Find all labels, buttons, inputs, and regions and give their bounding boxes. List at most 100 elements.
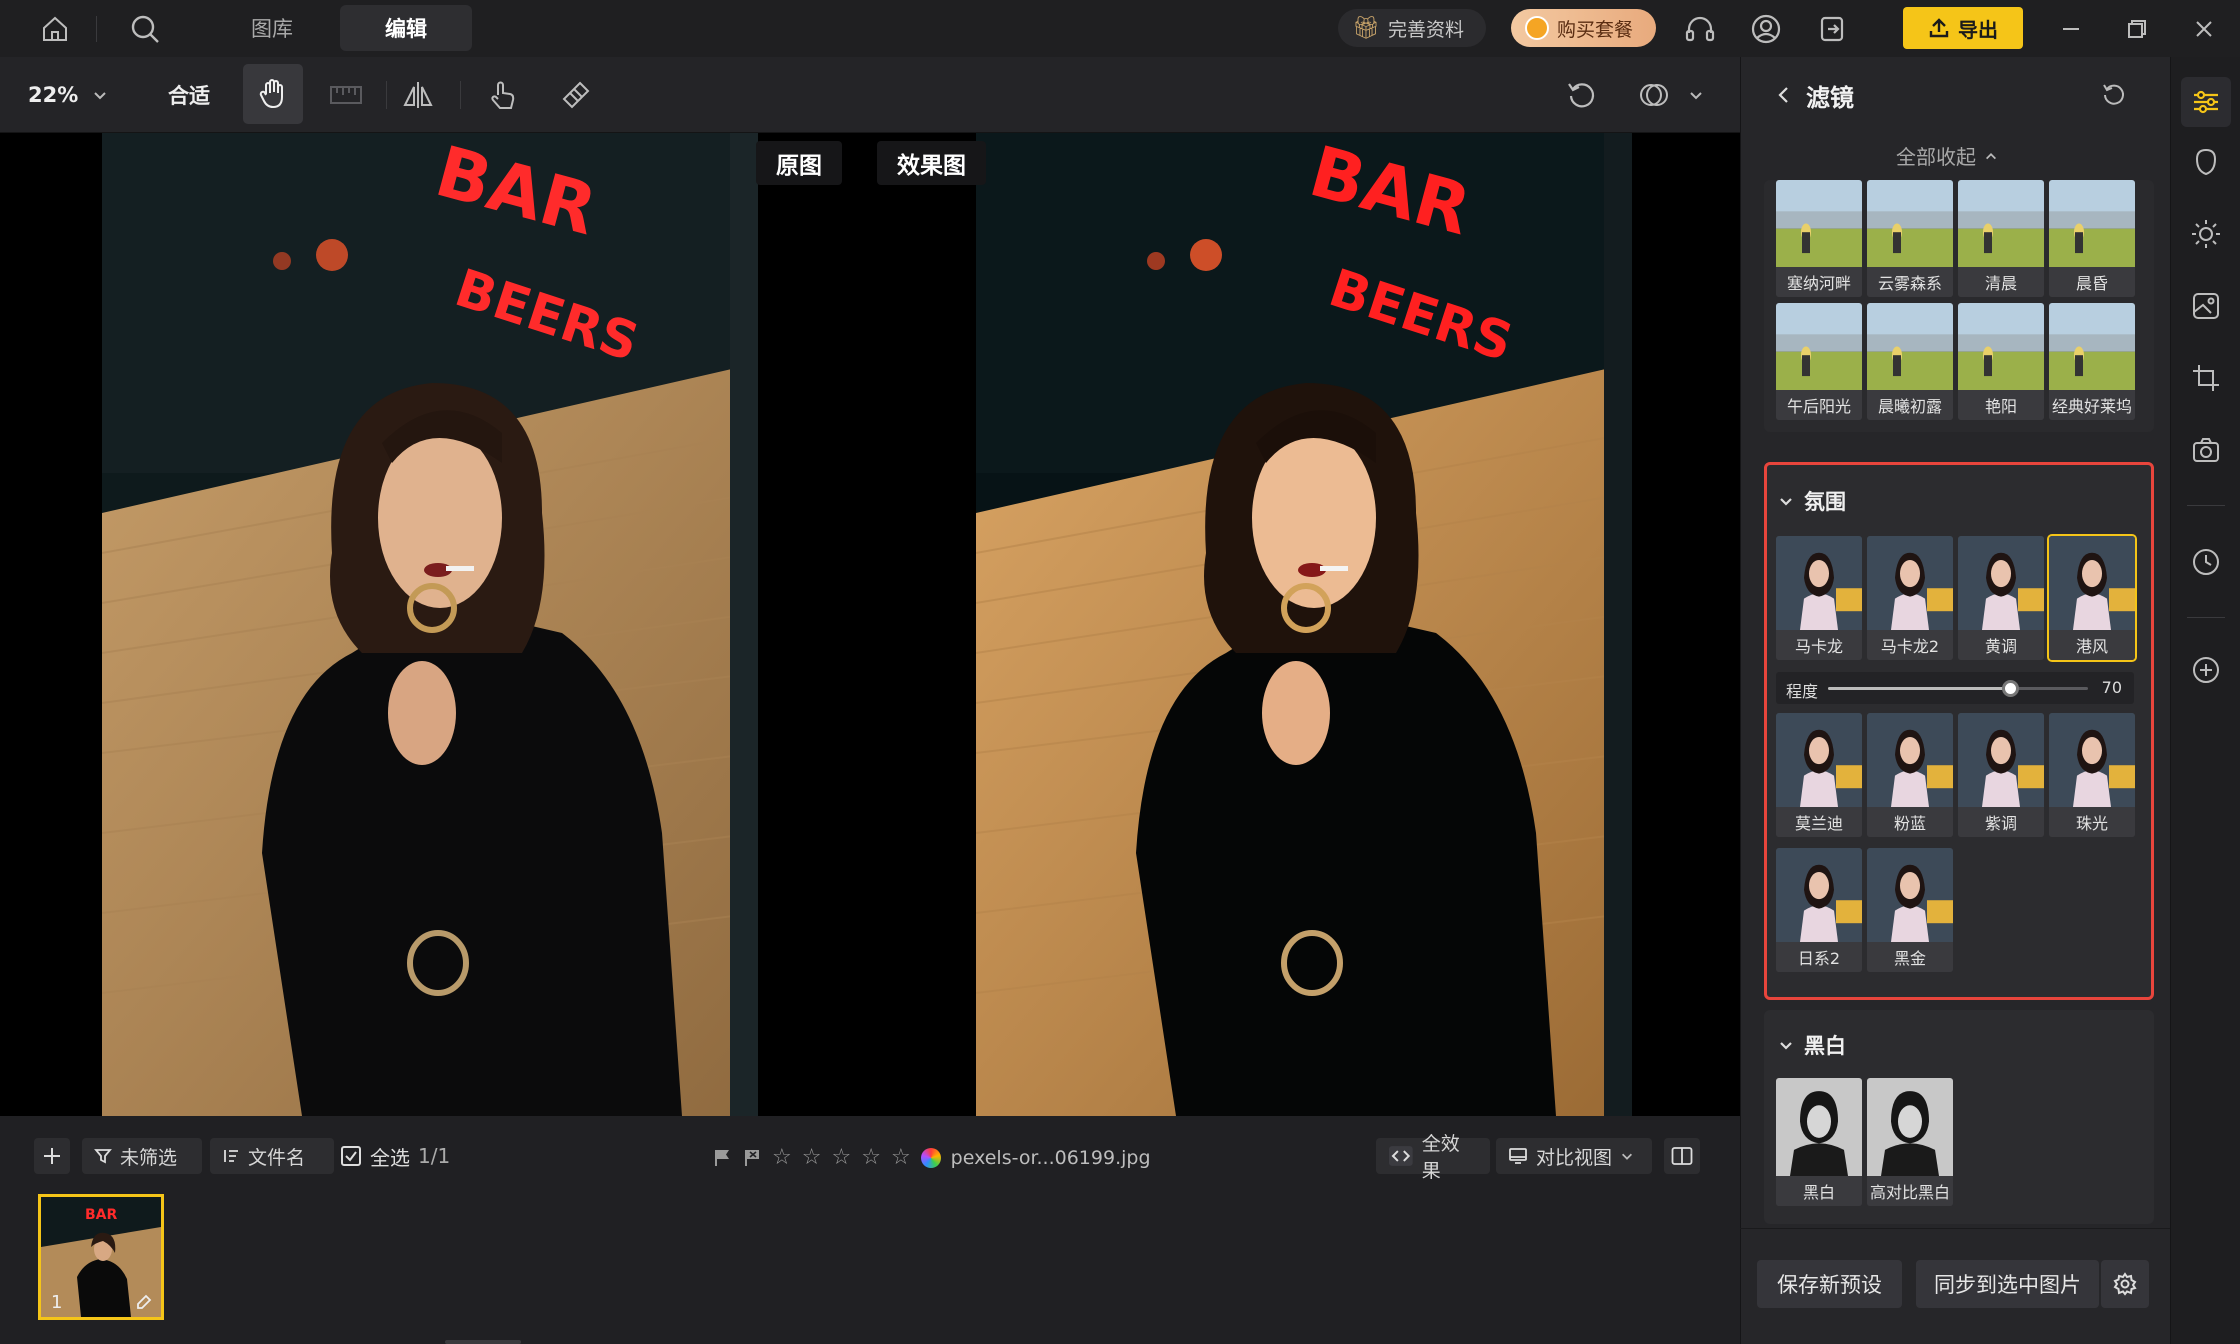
compare-view-label: 对比视图 xyxy=(1536,1146,1613,1169)
filter-preview-image xyxy=(1776,1078,1862,1176)
panel-title: 滤镜 xyxy=(1806,83,1854,112)
filter-thumbnail[interactable]: 紫调 xyxy=(1958,713,2044,837)
intensity-slider-track[interactable] xyxy=(1828,680,2088,697)
filter-thumbnail[interactable]: 黑白 xyxy=(1776,1078,1862,1206)
filter-preview-image xyxy=(1867,303,1953,390)
zoom-select[interactable]: 22% xyxy=(28,77,108,113)
filter-preview-image xyxy=(1776,848,1862,942)
fit-button[interactable]: 合适 xyxy=(168,77,210,113)
filter-label: 日系2 xyxy=(1776,942,1862,972)
filter-thumbnail[interactable]: 日系2 xyxy=(1776,848,1862,972)
flag-reject-icon[interactable] xyxy=(742,1148,762,1168)
monitor-icon xyxy=(1509,1148,1527,1164)
color-label-icon[interactable] xyxy=(920,1147,941,1168)
original-label: 原图 xyxy=(756,141,842,185)
image-edit-icon[interactable] xyxy=(2189,289,2223,323)
filter-thumbnail[interactable]: 港风 xyxy=(2047,534,2137,662)
filter-thumbnail[interactable]: 清晨 xyxy=(1958,180,2044,297)
restore-icon[interactable] xyxy=(2120,12,2154,46)
plus-icon xyxy=(44,1148,60,1164)
compare-circles-icon[interactable] xyxy=(1636,77,1672,113)
chevron-up-icon xyxy=(1986,152,1996,159)
filter-thumbnail[interactable]: 晨曦初露 xyxy=(1867,303,1953,420)
headset-icon[interactable] xyxy=(1683,12,1717,46)
history-icon[interactable] xyxy=(2189,545,2223,579)
flip-icon[interactable] xyxy=(400,77,436,113)
close-icon[interactable] xyxy=(2187,12,2221,46)
add-circle-icon[interactable] xyxy=(2189,653,2223,687)
star-icon[interactable]: ☆ xyxy=(772,1145,792,1170)
buy-package-button[interactable]: 购买套餐 xyxy=(1511,9,1656,47)
compare-view-select[interactable]: 对比视图 xyxy=(1496,1138,1652,1174)
add-button[interactable] xyxy=(34,1138,70,1174)
filter-label: 艳阳 xyxy=(1958,390,2044,420)
filter-thumbnail[interactable]: 珠光 xyxy=(2049,713,2135,837)
intensity-slider-handle[interactable] xyxy=(2002,680,2019,697)
filter-thumbnail[interactable]: 晨昏 xyxy=(2049,180,2135,297)
collapse-all-button[interactable]: 全部收起 xyxy=(1896,141,1998,170)
all-effects-button[interactable]: 全效果 xyxy=(1376,1133,1490,1182)
filter-unfiltered-button[interactable]: 未筛选 xyxy=(82,1138,202,1174)
divider xyxy=(2187,617,2225,618)
filter-thumbnail[interactable]: 马卡龙2 xyxy=(1867,536,1953,660)
panel-reset-icon[interactable] xyxy=(2098,78,2130,110)
filter-thumbnail[interactable]: 塞纳河畔 xyxy=(1776,180,1862,297)
compare-canvas[interactable]: BAR BEERS BAR BEERS 原图 效果图 xyxy=(0,133,1740,1116)
hand-icon xyxy=(259,79,283,109)
star-icon[interactable]: ☆ xyxy=(831,1145,851,1170)
user-icon[interactable] xyxy=(1749,12,1783,46)
filter-thumbnail[interactable]: 云雾森系 xyxy=(1867,180,1953,297)
filter-thumbnail[interactable]: 黑金 xyxy=(1867,848,1953,972)
face-icon[interactable] xyxy=(2189,145,2223,179)
atmosphere-header[interactable]: 氛围 xyxy=(1778,486,1846,516)
filter-thumbnail[interactable]: 高对比黑白 xyxy=(1867,1078,1953,1206)
home-icon[interactable] xyxy=(38,12,72,46)
star-icon[interactable]: ☆ xyxy=(802,1145,822,1170)
chevron-left-icon[interactable] xyxy=(1776,86,1792,104)
filter-preview-image xyxy=(1776,303,1862,390)
filter-thumbnail[interactable]: 莫兰迪 xyxy=(1776,713,1862,837)
filter-thumbnail[interactable]: 粉蓝 xyxy=(1867,713,1953,837)
tab-gallery[interactable]: 图库 xyxy=(222,5,322,51)
sort-filename-button[interactable]: 文件名 xyxy=(210,1138,334,1174)
file-name: pexels-or...06199.jpg xyxy=(950,1146,1151,1169)
sync-to-selected-button[interactable]: 同步到选中图片 xyxy=(1916,1260,2099,1308)
search-icon[interactable] xyxy=(128,12,162,46)
filter-label: 高对比黑白 xyxy=(1867,1176,1953,1206)
filter-thumbnail[interactable]: 午后阳光 xyxy=(1776,303,1862,420)
filmstrip-thumbnail[interactable]: BAR 1 xyxy=(38,1194,164,1320)
export-button[interactable]: 导出 xyxy=(1903,7,2023,49)
ruler-icon[interactable] xyxy=(328,77,364,113)
star-icon[interactable]: ☆ xyxy=(861,1145,881,1170)
rotate-reset-icon[interactable] xyxy=(1564,77,1600,113)
bw-header[interactable]: 黑白 xyxy=(1778,1030,1846,1060)
filmstrip-scrollbar[interactable] xyxy=(445,1340,521,1344)
filter-label: 黑白 xyxy=(1776,1176,1862,1206)
all-effects-label: 全效果 xyxy=(1421,1133,1460,1182)
save-preset-button[interactable]: 保存新预设 xyxy=(1757,1260,1902,1308)
filter-thumbnail[interactable]: 黄调 xyxy=(1958,536,2044,660)
brightness-icon[interactable] xyxy=(2189,217,2223,251)
filter-label: 港风 xyxy=(2049,630,2135,660)
star-icon[interactable]: ☆ xyxy=(891,1145,911,1170)
chevron-down-icon[interactable] xyxy=(1686,85,1706,105)
adjust-sliders-icon[interactable] xyxy=(2181,77,2231,127)
tab-edit[interactable]: 编辑 xyxy=(340,5,472,51)
flag-icon[interactable] xyxy=(712,1148,732,1168)
select-all-checkbox[interactable]: 全选 1/1 xyxy=(340,1138,450,1174)
upload-icon xyxy=(1929,18,1949,38)
filter-thumbnail[interactable]: 经典好莱坞 xyxy=(2049,303,2135,420)
complete-profile-button[interactable]: 🎁︎ 完善资料 xyxy=(1338,9,1486,47)
split-view-button[interactable] xyxy=(1664,1138,1700,1174)
crop-icon[interactable] xyxy=(2189,361,2223,395)
filter-thumbnail[interactable]: 马卡龙 xyxy=(1776,536,1862,660)
hand-tool[interactable] xyxy=(243,64,303,124)
eraser-icon[interactable] xyxy=(558,77,594,113)
touch-icon[interactable] xyxy=(484,77,520,113)
camera-icon[interactable] xyxy=(2189,433,2223,467)
minimize-icon[interactable] xyxy=(2054,12,2088,46)
logout-icon[interactable] xyxy=(1815,12,1849,46)
panel-settings-button[interactable] xyxy=(2101,1260,2149,1308)
filter-thumbnail[interactable]: 艳阳 xyxy=(1958,303,2044,420)
tool-rail xyxy=(2170,57,2240,1344)
